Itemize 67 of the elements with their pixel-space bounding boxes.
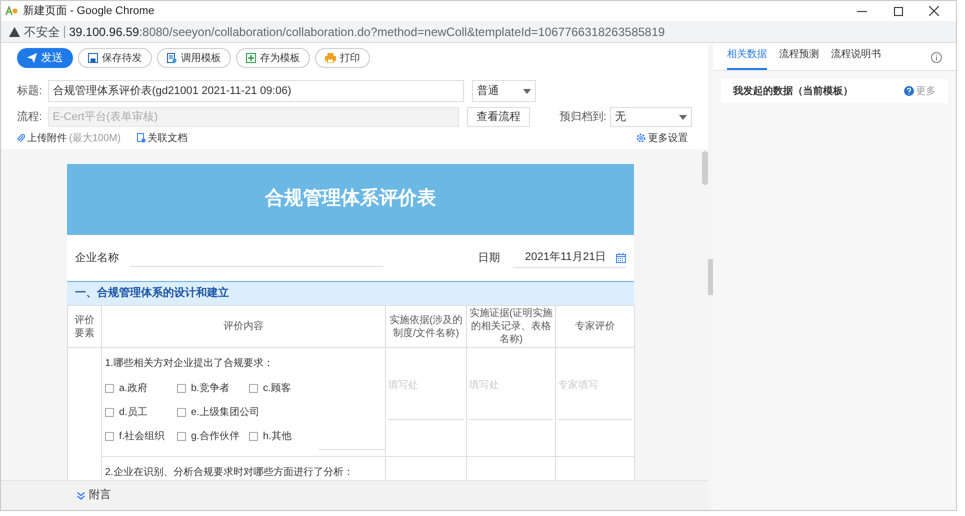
address-bar[interactable]: 39.100.96.59:8080/seeyon/collaboration/collaboration.do?method=newColl&templateId=1067766318263585819 <box>69 22 665 40</box>
calendar-icon[interactable] <box>616 252 626 262</box>
more-settings-link[interactable]: 更多设置 <box>636 130 688 146</box>
option-label[interactable]: f.社会组织 <box>119 429 165 444</box>
save-template-button[interactable]: 存为模板 <box>236 48 310 68</box>
column-header: 实施证据(证明实施的相关记录、表格名称) <box>466 306 556 348</box>
option-label[interactable]: d.员工 <box>119 405 148 420</box>
panel-tab[interactable]: 相关数据 <box>727 47 767 70</box>
option-label[interactable]: e.上级集团公司 <box>191 405 260 420</box>
plus-icon <box>246 53 256 63</box>
field-label: 企业名称 <box>75 250 120 266</box>
field-label: 标题: <box>17 84 44 99</box>
app-logo-icon <box>5 6 19 16</box>
printer-icon <box>325 53 336 63</box>
field-label: 预归档到: <box>559 110 607 125</box>
checkbox[interactable] <box>249 432 258 441</box>
title-field[interactable]: 合规管理体系评价表(gd21001 2021-11-21 09:06) <box>48 80 464 102</box>
field-label: 流程: <box>17 110 44 125</box>
checkbox[interactable] <box>105 408 114 417</box>
save-draft-button[interactable]: 保存待发 <box>78 48 152 68</box>
checkbox[interactable] <box>105 432 114 441</box>
option-label[interactable]: h.其他 <box>263 429 292 444</box>
checkbox[interactable] <box>177 408 186 417</box>
settings-icon <box>636 133 646 143</box>
close-icon[interactable] <box>929 6 939 16</box>
document-icon <box>136 133 146 143</box>
field-label: 日期 <box>478 250 500 266</box>
option-label[interactable]: b.竞争者 <box>191 381 230 396</box>
card-title: 我发起的数据（当前模板） <box>733 84 853 98</box>
panel-tab[interactable]: 流程预测 <box>779 47 819 70</box>
checkbox[interactable] <box>177 384 186 393</box>
help-icon <box>904 86 914 96</box>
warning-icon <box>9 26 20 36</box>
caret-icon <box>679 114 687 120</box>
checkbox[interactable] <box>105 384 114 393</box>
option-label[interactable]: g.合作伙伴 <box>191 429 240 444</box>
double-chevron-icon <box>77 492 85 500</box>
column-header: 评价要素 <box>68 306 102 348</box>
section-heading: 一、合规管理体系的设计和建立 <box>67 281 634 305</box>
column-header: 评价内容 <box>102 306 386 348</box>
info-icon[interactable] <box>931 52 942 63</box>
question-text: 1.哪些相关方对企业提出了合规要求： <box>105 356 274 371</box>
form-title: 合规管理体系评价表 <box>265 186 436 212</box>
print-button[interactable]: 打印 <box>315 48 370 68</box>
send-button[interactable]: 发送 <box>17 48 73 68</box>
collapse-handle[interactable] <box>708 258 713 294</box>
option-label[interactable]: c.顾客 <box>263 381 291 396</box>
related-docs-link[interactable]: 关联文档 <box>136 130 188 146</box>
upload-attachment-link[interactable]: 上传附件 (最大100M) <box>17 130 121 146</box>
checkbox[interactable] <box>249 384 258 393</box>
paper-plane-icon <box>27 53 37 63</box>
security-label[interactable]: 不安全 <box>24 22 60 40</box>
document-icon <box>167 53 177 63</box>
priority-dropdown[interactable]: 普通 <box>472 80 536 102</box>
column-header: 专家评价 <box>556 306 634 348</box>
checkbox[interactable] <box>177 432 186 441</box>
caret-icon <box>523 88 531 94</box>
option-label[interactable]: a.政府 <box>119 381 148 396</box>
question-text: 2.企业在识别、分析合规要求时对哪些方面进行了分析： <box>105 466 354 480</box>
attachment-note-toggle[interactable]: 附言 <box>77 487 111 504</box>
paperclip-icon <box>17 133 25 143</box>
window-title: 新建页面 - Google Chrome <box>23 4 154 19</box>
column-header: 实施依据(涉及的制度/文件名称) <box>386 306 466 348</box>
load-template-button[interactable]: 调用模板 <box>157 48 231 68</box>
date-field[interactable]: 2021年11月21日 <box>513 248 626 268</box>
scrollbar-thumb[interactable] <box>702 151 708 185</box>
panel-tab[interactable]: 流程说明书 <box>831 47 881 70</box>
